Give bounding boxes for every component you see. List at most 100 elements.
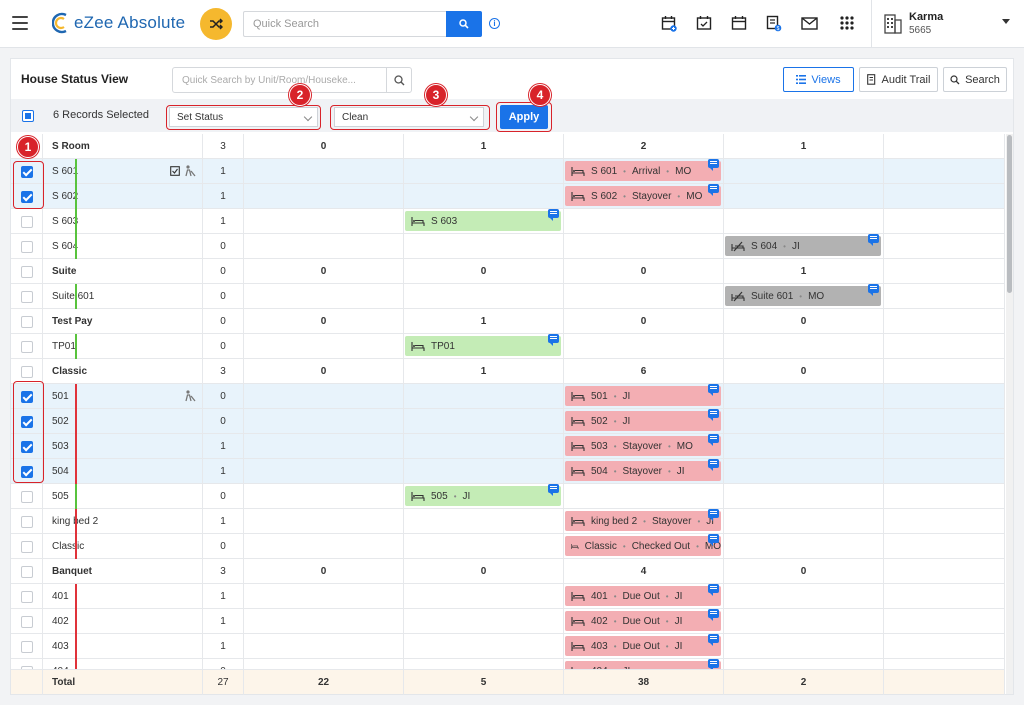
- room-status-chip[interactable]: king bed 2 • Stayover • JI: [565, 509, 721, 531]
- room-status-chip[interactable]: Suite 601 • MO: [725, 284, 881, 306]
- app-logo[interactable]: eZee Absolute: [52, 12, 185, 34]
- row-checkbox[interactable]: [20, 215, 33, 228]
- room-status-chip[interactable]: 502 • JI: [565, 409, 721, 431]
- room-status-chip[interactable]: TP01: [405, 334, 561, 356]
- task-check-icon[interactable]: [170, 166, 180, 176]
- room-name[interactable]: TP01: [52, 341, 76, 352]
- room-row: TP01 0 TP01: [11, 334, 1005, 359]
- message-icon[interactable]: [708, 584, 719, 596]
- room-status-chip[interactable]: 501 • JI: [565, 384, 721, 406]
- shuffle-icon[interactable]: [200, 8, 232, 40]
- audit-trail-button[interactable]: Audit Trail: [859, 67, 938, 92]
- caret-down-icon[interactable]: [1002, 19, 1010, 24]
- room-status-chip[interactable]: S 601 • Arrival • MO: [565, 159, 721, 181]
- group-count: 4: [640, 566, 647, 577]
- status-color-bar: [75, 409, 77, 434]
- message-icon[interactable]: [708, 384, 719, 396]
- scroll-thumb[interactable]: [1007, 135, 1012, 293]
- room-status-chip[interactable]: 504 • Stayover • JI: [565, 459, 721, 481]
- select-all-checkbox[interactable]: [22, 110, 34, 122]
- chip-room-label: S 602: [591, 190, 618, 202]
- room-status-chip[interactable]: 404•JI: [565, 659, 721, 669]
- row-checkbox[interactable]: [20, 265, 33, 278]
- row-checkbox[interactable]: [20, 365, 33, 378]
- message-icon[interactable]: [868, 284, 879, 296]
- room-name[interactable]: Classic: [52, 366, 87, 377]
- message-icon[interactable]: [708, 159, 719, 171]
- status-color-bar: [75, 584, 77, 609]
- message-icon[interactable]: [548, 209, 559, 221]
- row-checkbox[interactable]: [20, 640, 33, 653]
- row-checkbox[interactable]: [20, 240, 33, 253]
- room-name[interactable]: 401: [52, 591, 69, 602]
- views-button[interactable]: Views: [783, 67, 854, 92]
- room-count: 1: [203, 184, 244, 209]
- room-name[interactable]: Test Pay: [52, 316, 92, 327]
- room-name[interactable]: 505: [52, 491, 69, 502]
- room-name[interactable]: 502: [52, 416, 69, 427]
- property-name[interactable]: Karma: [909, 11, 943, 23]
- room-name[interactable]: 403: [52, 641, 69, 652]
- row-checkbox[interactable]: [20, 590, 33, 603]
- message-icon[interactable]: [548, 334, 559, 346]
- step-marker-3: 3: [425, 84, 447, 106]
- message-icon[interactable]: [708, 184, 719, 196]
- room-name[interactable]: 503: [52, 441, 69, 452]
- row-checkbox[interactable]: [20, 290, 33, 303]
- message-icon[interactable]: [708, 459, 719, 471]
- calendar-icon[interactable]: [730, 14, 748, 32]
- room-count: 1: [203, 434, 244, 459]
- room-status-chip[interactable]: 402 • Due Out • JI: [565, 609, 721, 631]
- room-name[interactable]: 504: [52, 466, 69, 477]
- room-status-chip[interactable]: 505 • JI: [405, 484, 561, 506]
- room-status-chip[interactable]: S 602 • Stayover • MO: [565, 184, 721, 206]
- message-icon[interactable]: [708, 409, 719, 421]
- message-icon[interactable]: [708, 434, 719, 446]
- room-name[interactable]: Suite 601: [52, 291, 94, 302]
- message-icon[interactable]: [708, 609, 719, 621]
- message-icon[interactable]: [708, 634, 719, 646]
- row-checkbox[interactable]: [20, 515, 33, 528]
- apps-grid-icon[interactable]: [838, 14, 856, 32]
- unit-search-input[interactable]: Quick Search by Unit/Room/Houseke...: [172, 67, 387, 93]
- row-checkbox[interactable]: [20, 490, 33, 503]
- row-checkbox[interactable]: [20, 540, 33, 553]
- room-name[interactable]: Banquet: [52, 566, 92, 577]
- calendar-add-icon[interactable]: [660, 14, 678, 32]
- room-status-chip[interactable]: S 604 • JI: [725, 234, 881, 256]
- room-row: S 602 1 S 602 • Stayover • MO: [11, 184, 1005, 209]
- search-button[interactable]: Search: [943, 67, 1007, 92]
- message-icon[interactable]: [708, 509, 719, 521]
- room-status-chip[interactable]: 403 • Due Out • JI: [565, 634, 721, 656]
- room-name[interactable]: 402: [52, 616, 69, 627]
- room-name[interactable]: Classic: [52, 541, 84, 552]
- message-icon[interactable]: [548, 484, 559, 496]
- calendar-check-icon[interactable]: [695, 14, 713, 32]
- message-icon[interactable]: [708, 659, 719, 669]
- menu-icon[interactable]: [12, 16, 28, 30]
- message-icon[interactable]: [708, 534, 719, 546]
- search-icon[interactable]: [386, 67, 412, 93]
- row-checkbox[interactable]: [20, 565, 33, 578]
- room-name[interactable]: 501: [52, 391, 69, 402]
- row-checkbox[interactable]: [20, 615, 33, 628]
- housekeeper-icon[interactable]: [183, 165, 196, 177]
- housekeeper-icon[interactable]: [183, 390, 196, 402]
- room-status-chip[interactable]: 401 • Due Out • JI: [565, 584, 721, 606]
- search-icon[interactable]: [446, 11, 482, 37]
- room-name[interactable]: S Room: [52, 141, 90, 152]
- quick-search-input[interactable]: Quick Search: [243, 11, 447, 37]
- grid-scrollbar[interactable]: [1006, 134, 1013, 694]
- step-marker-2: 2: [289, 84, 311, 106]
- invoice-icon[interactable]: $: [765, 14, 783, 32]
- room-status-chip[interactable]: 503 • Stayover • MO: [565, 434, 721, 456]
- info-icon[interactable]: i: [489, 18, 500, 29]
- room-status-chip[interactable]: S 603: [405, 209, 561, 231]
- message-icon[interactable]: [868, 234, 879, 246]
- row-checkbox[interactable]: [20, 340, 33, 353]
- room-status-chip[interactable]: Classic • Checked Out • MO: [565, 534, 721, 556]
- mail-icon[interactable]: [800, 14, 818, 32]
- row-checkbox[interactable]: [20, 315, 33, 328]
- status-color-bar: [75, 659, 77, 669]
- room-name[interactable]: Suite: [52, 266, 76, 277]
